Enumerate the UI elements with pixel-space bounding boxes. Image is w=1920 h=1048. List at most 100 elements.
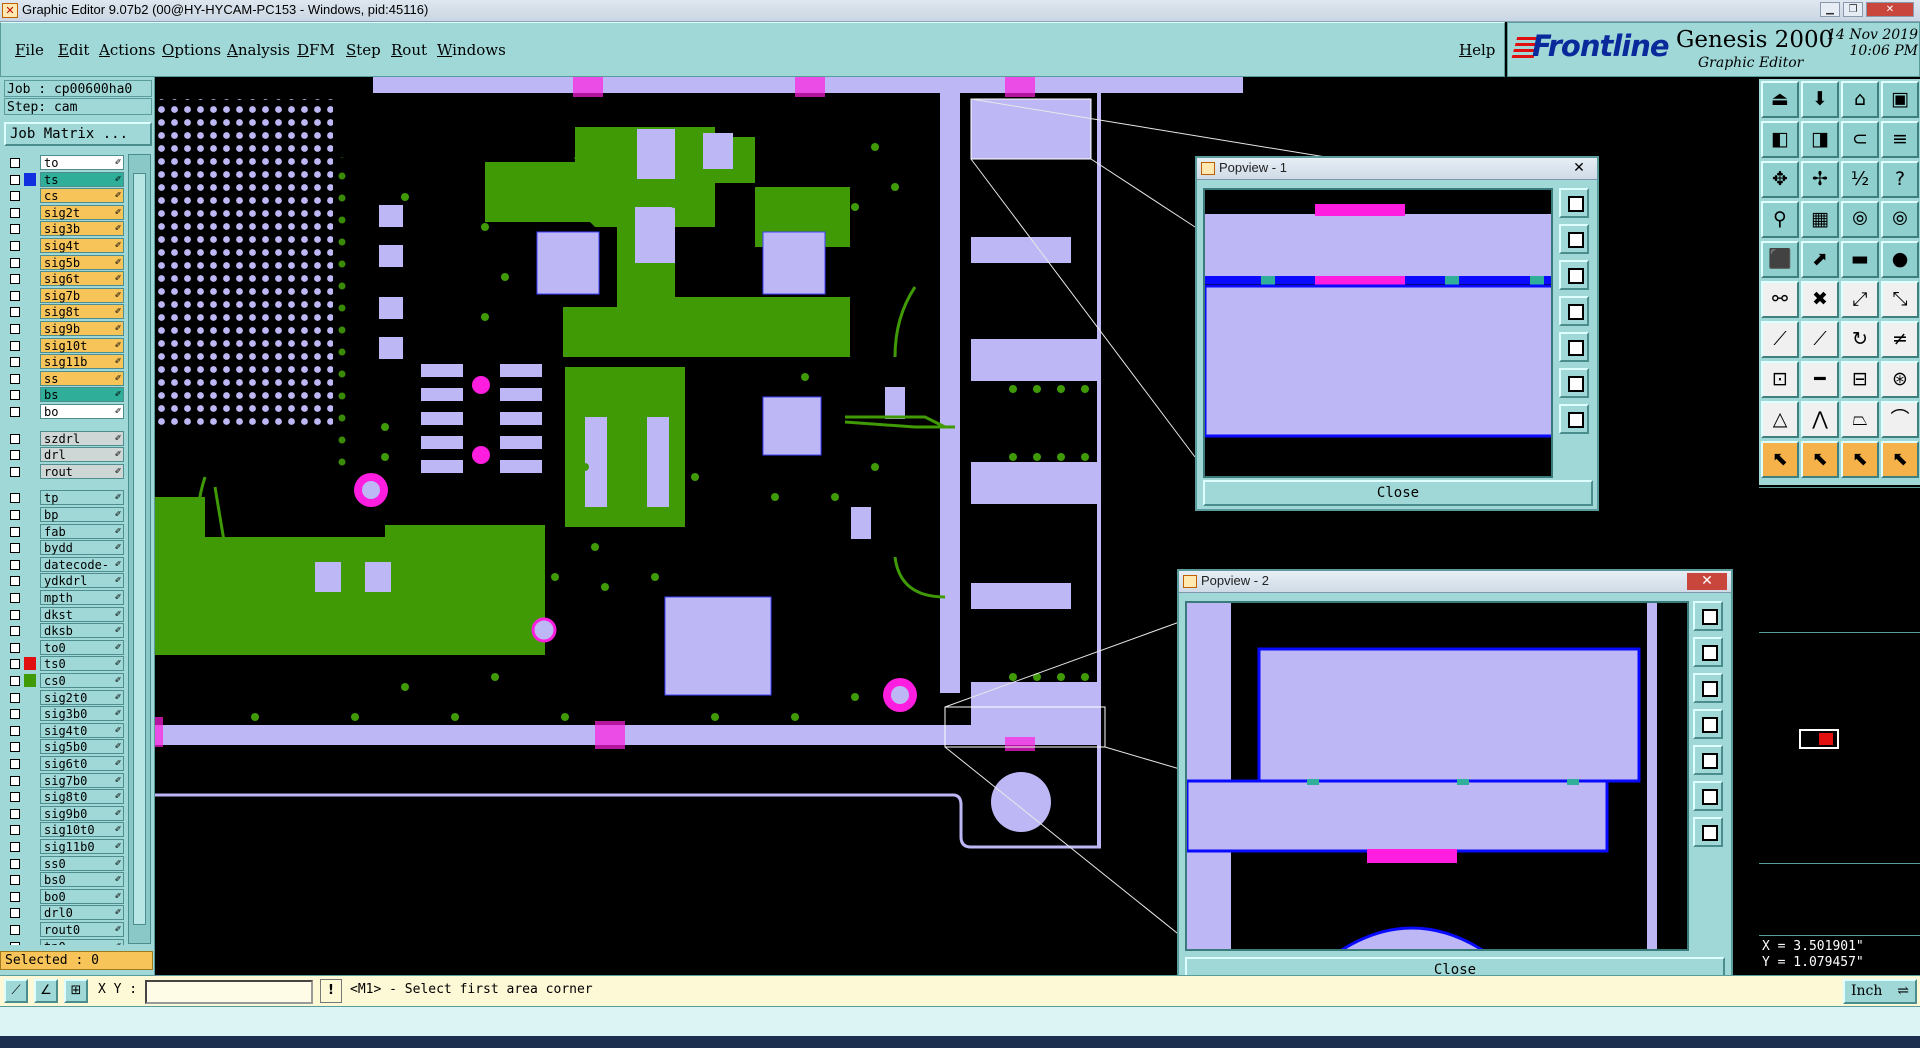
layer-row[interactable]: fab xyxy=(6,523,124,539)
layer-name[interactable]: sig6t0 xyxy=(40,756,124,771)
layer-row[interactable]: bo0 xyxy=(6,888,124,904)
layer-checkbox[interactable] xyxy=(10,925,20,935)
layer-next-icon[interactable]: ◨ xyxy=(1801,121,1839,158)
menu-step[interactable]: Step xyxy=(346,41,381,59)
layer-name[interactable]: bo0 xyxy=(40,888,124,904)
popview-1-view[interactable] xyxy=(1203,188,1553,478)
layer-name[interactable]: cs xyxy=(40,188,124,204)
menu-rout[interactable]: Rout xyxy=(391,41,427,59)
arc-icon[interactable]: ↻ xyxy=(1841,321,1879,358)
popview-2-close-x[interactable]: ✕ xyxy=(1687,573,1727,590)
layer-checkbox[interactable] xyxy=(10,241,20,251)
layer-row[interactable]: sig8t xyxy=(6,304,124,320)
menu-windows[interactable]: Windows xyxy=(437,41,506,59)
snap-grid-icon[interactable]: ⊞ xyxy=(64,979,88,1003)
layer-row[interactable]: bs0 xyxy=(6,872,124,888)
layer-prev-icon[interactable]: ◧ xyxy=(1761,121,1799,158)
layer-name[interactable]: bydd xyxy=(40,540,124,556)
layer-name[interactable]: to0 xyxy=(40,639,124,655)
layer-checkbox[interactable] xyxy=(10,858,20,869)
scrollbar-thumb[interactable] xyxy=(133,173,146,925)
arrow-select-icon[interactable]: ⬉ xyxy=(1761,441,1799,478)
layer-checkbox[interactable] xyxy=(10,274,20,285)
layer-row[interactable]: bydd xyxy=(6,540,124,556)
arrow-move-icon[interactable]: ⬉ xyxy=(1841,441,1879,478)
layer-name[interactable]: ts xyxy=(40,171,124,187)
popview-zoom-icon[interactable] xyxy=(1559,188,1589,218)
layer-checkbox[interactable] xyxy=(10,792,20,803)
layer-row[interactable]: rout xyxy=(6,463,124,479)
layer-checkbox[interactable] xyxy=(10,191,20,202)
layer-name[interactable]: sig7b0 xyxy=(40,772,124,788)
slash-blue-icon[interactable]: ⟋ xyxy=(1801,321,1839,358)
measure-blue-icon[interactable]: ⦾ xyxy=(1881,201,1919,238)
overview-pane[interactable] xyxy=(1759,632,1920,864)
layer-checkbox[interactable] xyxy=(10,543,20,554)
layer-checkbox[interactable] xyxy=(10,875,20,886)
menu-edit[interactable]: Edit xyxy=(58,41,89,59)
transform-icon[interactable]: ⚲ xyxy=(1761,201,1799,238)
layer-name[interactable]: szdrl xyxy=(40,430,124,446)
layer-row[interactable]: sig3b0 xyxy=(6,706,124,722)
layer-name[interactable]: sig8t xyxy=(40,304,124,320)
layer-checkbox[interactable] xyxy=(10,626,20,637)
menu-file[interactable]: File xyxy=(15,41,44,59)
layer-checkbox[interactable] xyxy=(10,676,20,686)
layer-name[interactable]: mpth xyxy=(40,590,124,605)
layer-row[interactable]: sig5b xyxy=(6,254,124,270)
layer-row[interactable]: datecode-ss xyxy=(6,556,124,587)
split-icon[interactable]: ⊟ xyxy=(1841,361,1879,398)
layer-name[interactable]: ydkdrl xyxy=(40,573,124,589)
layer-checkbox[interactable] xyxy=(10,390,20,401)
arrow-edit-icon[interactable]: ⬉ xyxy=(1881,441,1919,478)
layer-row[interactable]: sig7b0 xyxy=(6,772,124,788)
add-pad-icon[interactable]: ⬛ xyxy=(1761,241,1799,278)
layer-row[interactable]: sig11b xyxy=(6,354,124,370)
exclaim-button[interactable]: ! xyxy=(320,979,342,1003)
layer-row[interactable]: bo xyxy=(6,404,124,419)
layer-row[interactable]: sig5b0 xyxy=(6,739,124,755)
popview-2-view[interactable] xyxy=(1185,601,1689,951)
popview-next-icon[interactable] xyxy=(1559,332,1589,362)
layer-checkbox[interactable] xyxy=(10,158,20,168)
fit-icon[interactable]: ✥ xyxy=(1761,161,1799,198)
layer-checkbox[interactable] xyxy=(10,340,20,351)
group-icon[interactable]: ⊛ xyxy=(1881,361,1919,398)
popview-load-icon[interactable] xyxy=(1693,673,1723,703)
arrow-add-icon[interactable]: ⬉ xyxy=(1801,441,1839,478)
layer-row[interactable]: sig10t xyxy=(6,337,124,353)
layer-row[interactable]: sig3b xyxy=(6,221,124,237)
layer-row[interactable]: szdrl xyxy=(6,430,124,446)
popview-1-close-button[interactable]: Close xyxy=(1203,480,1593,506)
layer-name[interactable]: drl xyxy=(40,447,124,463)
layer-row[interactable]: dksb xyxy=(6,623,124,639)
layer-checkbox[interactable] xyxy=(10,257,20,268)
layer-row[interactable]: bs xyxy=(6,387,124,403)
layer-row[interactable]: sig9b0 xyxy=(6,805,124,821)
close-window-button[interactable]: ✕ xyxy=(1866,2,1914,17)
layer-name[interactable]: drl0 xyxy=(40,905,124,921)
layer-name[interactable]: to xyxy=(40,155,124,170)
layer-row[interactable]: sig6t0 xyxy=(6,756,124,771)
overview-pane-top[interactable] xyxy=(1759,487,1920,632)
layer-name[interactable]: sig10t xyxy=(40,337,124,353)
route-icon[interactable]: ⤡ xyxy=(1881,281,1919,318)
layer-checkbox[interactable] xyxy=(10,493,20,504)
layer-checkbox[interactable] xyxy=(10,842,20,852)
layer-name[interactable]: sig2t xyxy=(40,204,124,220)
double-line-icon[interactable]: ≠ xyxy=(1881,321,1919,358)
layer-checkbox[interactable] xyxy=(10,759,20,769)
layer-name[interactable]: sig11b xyxy=(40,354,124,370)
layer-checkbox[interactable] xyxy=(10,174,20,185)
layer-checkbox[interactable] xyxy=(10,908,20,919)
layer-checkbox[interactable] xyxy=(10,324,20,334)
popview-load-icon[interactable] xyxy=(1559,260,1589,290)
layer-checkbox[interactable] xyxy=(10,450,20,461)
layer-name[interactable]: ss xyxy=(40,370,124,386)
layer-row[interactable]: bp xyxy=(6,507,124,522)
layer-row[interactable]: ss xyxy=(6,370,124,386)
layer-name[interactable]: sig3b0 xyxy=(40,706,124,722)
popview-zoom-icon[interactable] xyxy=(1693,601,1723,631)
layer-checkbox[interactable] xyxy=(10,576,20,587)
layer-row[interactable]: sig6t xyxy=(6,271,124,287)
